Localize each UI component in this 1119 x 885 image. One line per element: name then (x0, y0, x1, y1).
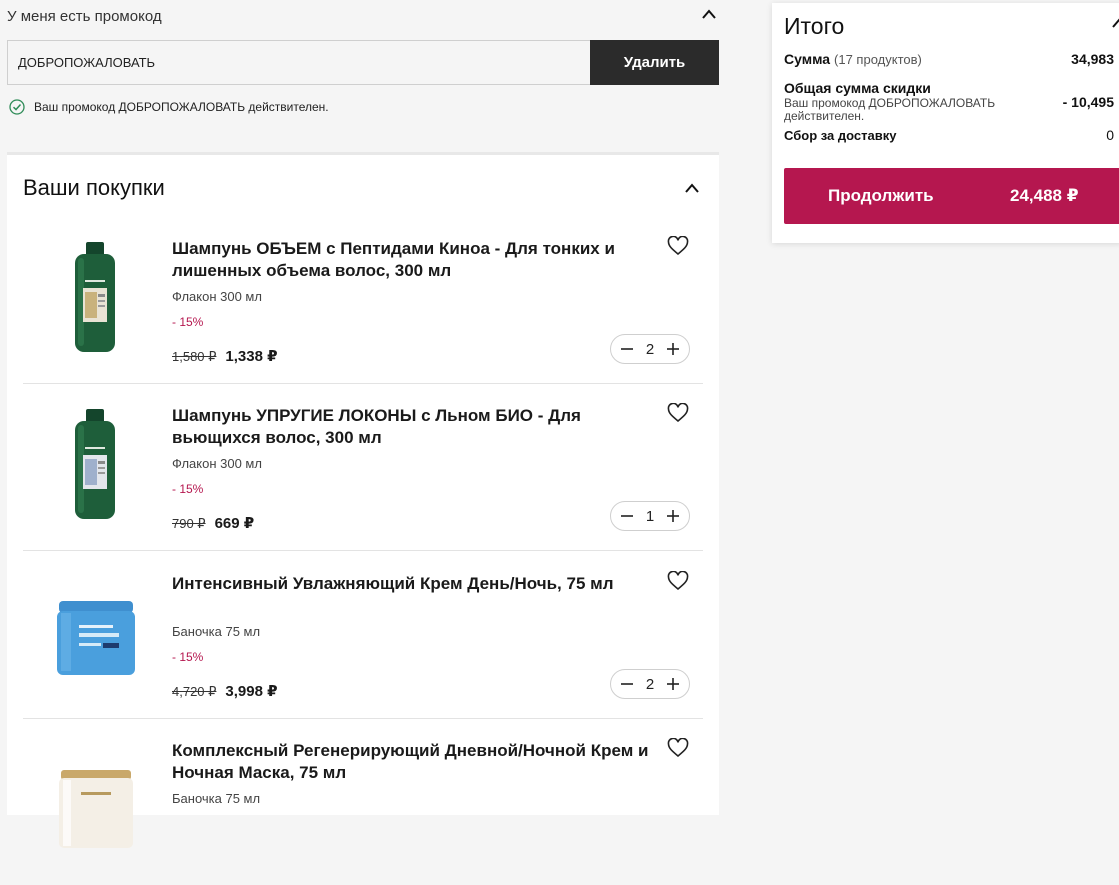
product-image (57, 601, 135, 675)
check-circle-icon (9, 99, 25, 115)
minus-icon[interactable] (619, 341, 635, 357)
heart-icon[interactable] (667, 403, 689, 423)
plus-icon[interactable] (665, 341, 681, 357)
new-price: 669 ₽ (214, 515, 255, 532)
minus-icon[interactable] (619, 676, 635, 692)
chevron-up-icon[interactable] (1112, 18, 1119, 28)
new-price: 3,998 ₽ (225, 683, 278, 700)
cart-item: Интенсивный Увлажняющий Крем День/Ночь, … (23, 551, 703, 719)
heart-icon[interactable] (667, 738, 689, 758)
continue-button[interactable]: Продолжить 24,488 ₽ (784, 168, 1119, 224)
plus-icon[interactable] (665, 676, 681, 692)
price-block: 4,720 ₽ 3,998 ₽ (172, 682, 278, 700)
promo-status-text: Ваш промокод ДОБРОПОЖАЛОВАТЬ действителе… (34, 100, 329, 114)
cart-item: Шампунь ОБЪЕМ с Пептидами Киноа - Для то… (23, 216, 703, 384)
cart-title: Ваши покупки (23, 175, 165, 200)
continue-label: Продолжить (828, 186, 934, 205)
discount-value: - 10,495 (1062, 94, 1114, 110)
promo-row: ДОБРОПОЖАЛОВАТЬ Удалить (7, 40, 719, 85)
discount-badge: - 15% (172, 650, 204, 664)
quantity-value: 1 (645, 507, 655, 525)
delivery-value: 0 (1106, 127, 1114, 143)
promo-title: У меня есть промокод (7, 8, 162, 25)
old-price: 790 ₽ (172, 516, 206, 531)
new-price: 1,338 ₽ (225, 348, 278, 365)
product-name[interactable]: Комплексный Регенерирующий Дневной/Ночно… (172, 740, 657, 784)
heart-icon[interactable] (667, 571, 689, 591)
product-name[interactable]: Шампунь УПРУГИЕ ЛОКОНЫ с Льном БИО - Для… (172, 405, 657, 449)
old-price: 4,720 ₽ (172, 684, 217, 699)
plus-icon[interactable] (665, 508, 681, 524)
product-variant: Баночка 75 мл (172, 624, 261, 639)
price-block: 1,580 ₽ 1,338 ₽ (172, 347, 278, 365)
price-block: 790 ₽ 669 ₽ (172, 514, 254, 532)
cart-panel: Ваши покупки Шампунь ОБЪЕМ с Пептидами К… (7, 152, 719, 848)
discount-badge: - 15% (172, 315, 204, 329)
subtotal-label: Сумма (784, 51, 831, 67)
chevron-up-icon[interactable] (684, 182, 700, 194)
quantity-stepper: 1 (610, 501, 690, 531)
product-image (59, 770, 133, 848)
order-total: 24,488 ₽ (1010, 186, 1079, 205)
minus-icon[interactable] (619, 508, 635, 524)
discount-badge: - 15% (172, 482, 204, 496)
quantity-value: 2 (645, 675, 655, 693)
remove-promo-button[interactable]: Удалить (590, 40, 719, 85)
heart-icon[interactable] (667, 236, 689, 256)
discount-note: Ваш промокод ДОБРОПОЖАЛОВАТЬ действителе… (784, 96, 996, 123)
discount-row: Общая сумма скидки Ваш промокод ДОБРОПОЖ… (784, 80, 1114, 123)
promo-code-input[interactable]: ДОБРОПОЖАЛОВАТЬ (7, 40, 602, 85)
cart-item: Шампунь УПРУГИЕ ЛОКОНЫ с Льном БИО - Для… (23, 383, 703, 551)
quantity-stepper: 2 (610, 669, 690, 699)
subtotal-row: Сумма (17 продуктов) 34,983 (784, 51, 1114, 69)
promo-status: Ваш промокод ДОБРОПОЖАЛОВАТЬ действителе… (9, 98, 329, 116)
delivery-label: Сбор за доставку (784, 128, 897, 143)
product-variant: Флакон 300 мл (172, 456, 262, 471)
summary-title: Итого (784, 13, 845, 39)
product-variant: Баночка 75 мл (172, 791, 261, 806)
product-name[interactable]: Шампунь ОБЪЕМ с Пептидами Киноа - Для то… (172, 238, 657, 282)
product-variant: Флакон 300 мл (172, 289, 262, 304)
product-count: (17 продуктов) (834, 52, 922, 67)
product-name[interactable]: Интенсивный Увлажняющий Крем День/Ночь, … (172, 573, 657, 595)
promo-header[interactable]: У меня есть промокод (7, 6, 719, 28)
quantity-stepper: 2 (610, 334, 690, 364)
subtotal-value: 34,983 (1071, 51, 1114, 67)
delivery-row: Сбор за доставку 0 (784, 127, 1114, 145)
product-image (75, 242, 115, 352)
old-price: 1,580 ₽ (172, 349, 217, 364)
chevron-up-icon[interactable] (701, 8, 717, 20)
order-summary: Итого Сумма (17 продуктов) 34,983 Общая с… (772, 3, 1119, 243)
quantity-value: 2 (645, 340, 655, 358)
product-image (75, 409, 115, 519)
